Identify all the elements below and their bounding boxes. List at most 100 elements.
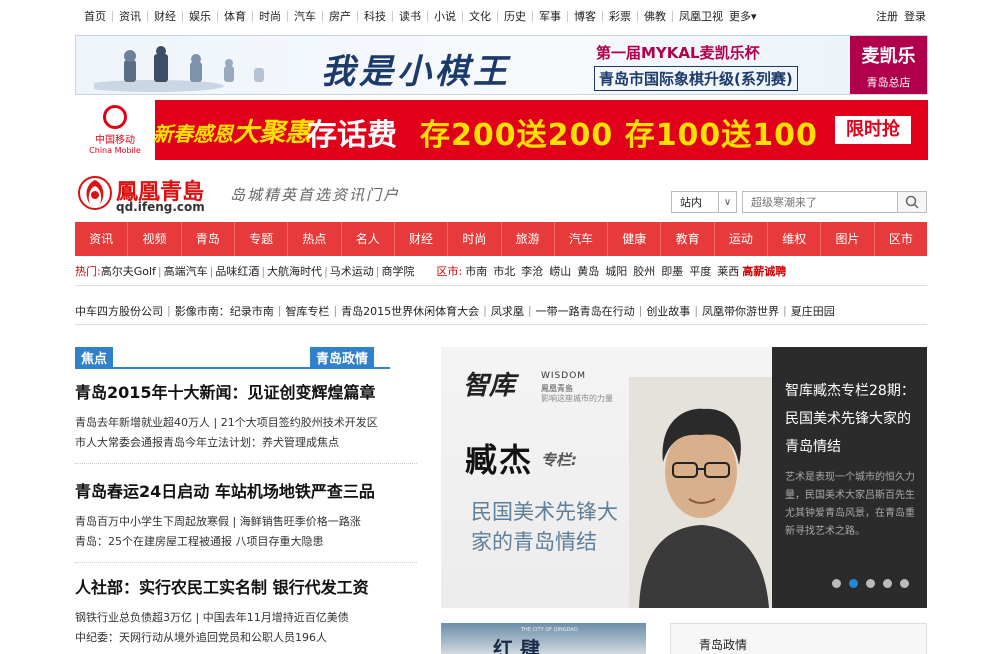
area-link[interactable]: 胶州 bbox=[630, 265, 658, 278]
hot-link[interactable]: 大航海时代 bbox=[267, 265, 322, 278]
slide-image: 智库 WISDOM 鳳凰青島 影响这座城市的力量 臧杰 专栏: 民国美术先锋大家… bbox=[441, 347, 772, 608]
register-link[interactable]: 注册 bbox=[876, 8, 898, 24]
area-link[interactable]: 黄岛 bbox=[574, 265, 602, 278]
hot-link[interactable]: 马术运动 bbox=[330, 265, 374, 278]
top-nav-item[interactable]: 体育 bbox=[217, 10, 252, 22]
slide-dot[interactable] bbox=[883, 579, 892, 588]
search-input[interactable] bbox=[742, 191, 897, 213]
hot-links-row: 热门: 高尔夫Golf | 高端汽车 | 品味红酒 | 大航海时代 | 马术运动 | 商学院 区市:… bbox=[75, 262, 927, 286]
area-link[interactable]: 崂山 bbox=[546, 265, 574, 278]
news-line[interactable]: 市人大常委会通报青岛今年立法计划：养犬管理成焦点 bbox=[75, 433, 417, 453]
hot-link[interactable]: 品味红酒 bbox=[215, 265, 259, 278]
topic-link[interactable]: 中车四方股份公司 bbox=[75, 303, 163, 319]
area-link[interactable]: 平度 bbox=[686, 265, 714, 278]
slide-caption: 智库臧杰专栏28期：民国美术先锋大家的青岛情结 艺术是表现一个城市的恒久力量，民… bbox=[772, 347, 927, 608]
main-nav-item[interactable]: 热点 bbox=[287, 222, 340, 256]
slide-dot[interactable] bbox=[849, 579, 858, 588]
slide-dot[interactable] bbox=[866, 579, 875, 588]
news-line[interactable]: 青岛去年新增就业超40万人 | 21个大项目签约胶州技术开发区 bbox=[75, 413, 417, 433]
promo-save-bill: 存话费 bbox=[307, 118, 397, 153]
promo-title: 新春感恩大聚惠 bbox=[153, 112, 311, 149]
top-nav-item[interactable]: 财经 bbox=[147, 10, 182, 22]
main-nav-item[interactable]: 维权 bbox=[767, 222, 820, 256]
topic-link[interactable]: 影像市南：纪录市南 bbox=[175, 303, 274, 319]
top-nav-item[interactable]: 房产 bbox=[322, 10, 357, 22]
top-nav-item[interactable]: 科技 bbox=[357, 10, 392, 22]
area-link[interactable]: 李沧 bbox=[518, 265, 546, 278]
top-nav-item[interactable]: 时尚 bbox=[252, 10, 287, 22]
area-link[interactable]: 市南 bbox=[462, 265, 490, 278]
main-nav-item[interactable]: 健康 bbox=[607, 222, 660, 256]
top-nav-item[interactable]: 佛教 bbox=[637, 10, 672, 22]
news-line[interactable]: 青岛：25个在建房屋工程被通报 八项目存重大隐患 bbox=[75, 532, 417, 552]
featured-slideshow[interactable]: 智库 WISDOM 鳳凰青島 影响这座城市的力量 臧杰 专栏: 民国美术先锋大家… bbox=[441, 347, 927, 608]
topic-link[interactable]: 夏庄田园 bbox=[791, 303, 835, 319]
main-nav-item[interactable]: 图片 bbox=[820, 222, 873, 256]
top-nav-item[interactable]: 读书 bbox=[392, 10, 427, 22]
topic-link[interactable]: 凤求凰 bbox=[491, 303, 524, 319]
top-nav-item[interactable]: 小说 bbox=[427, 10, 462, 22]
main-nav-item[interactable]: 名人 bbox=[340, 222, 394, 256]
tab-focus[interactable]: 焦点 bbox=[75, 347, 114, 368]
recruit-link[interactable]: 高薪诚聘 bbox=[742, 263, 786, 279]
top-nav-item[interactable]: 彩票 bbox=[602, 10, 637, 22]
area-link[interactable]: 莱西 bbox=[714, 265, 742, 278]
main-nav-item[interactable]: 教育 bbox=[660, 222, 713, 256]
news-line[interactable]: 钢铁行业总负债超3万亿 | 中国去年11月增持近百亿美债 bbox=[75, 608, 417, 628]
chevron-down-icon: ▾ bbox=[751, 10, 757, 23]
logo-en: China Mobile bbox=[89, 146, 141, 155]
wisdom-label: WISDOM bbox=[541, 371, 587, 381]
topic-link[interactable]: 创业故事 bbox=[646, 303, 690, 319]
top-nav-item[interactable]: 历史 bbox=[497, 10, 532, 22]
news-line[interactable]: 中纪委：天网行动从境外追回党员和公职人员196人 bbox=[75, 628, 417, 648]
top-nav-item[interactable]: 文化 bbox=[462, 10, 497, 22]
topic-link[interactable]: 智库专栏 bbox=[285, 303, 329, 319]
chess-ad-banner[interactable]: 我是小棋王 第一届MYKAL麦凯乐杯 青岛市国际象棋升级(系列赛) 麦凯乐 青岛… bbox=[75, 35, 928, 95]
search-button[interactable] bbox=[897, 191, 927, 213]
main-nav-item[interactable]: 专题 bbox=[233, 222, 287, 256]
hot-link[interactable]: 高尔夫Golf bbox=[101, 265, 156, 278]
main-nav-item[interactable]: 资讯 bbox=[75, 222, 127, 256]
gov-affairs-title[interactable]: 青岛政情 bbox=[699, 636, 747, 653]
main-nav-item[interactable]: 区市 bbox=[873, 222, 927, 256]
area-link[interactable]: 市北 bbox=[490, 265, 518, 278]
slide-caption-title[interactable]: 智库臧杰专栏28期：民国美术先锋大家的青岛情结 bbox=[785, 377, 917, 461]
more-menu[interactable]: 更多▾ bbox=[729, 8, 757, 24]
top-nav-item[interactable]: 军事 bbox=[532, 10, 567, 22]
search-scope-select[interactable]: 站内 ∨ bbox=[671, 191, 737, 213]
hot-link[interactable]: 商学院 bbox=[382, 265, 415, 278]
site-logo[interactable]: 鳳凰青島 qd.ifeng.com 岛城精英首选资讯门户 bbox=[78, 174, 438, 214]
top-nav-item[interactable]: 汽车 bbox=[287, 10, 322, 22]
login-link[interactable]: 登录 bbox=[904, 8, 926, 24]
main-nav-item[interactable]: 旅游 bbox=[500, 222, 554, 256]
news-headline[interactable]: 人社部：实行农民工实名制 银行代发工资 bbox=[75, 574, 417, 598]
topic-link[interactable]: 凤凰带你游世界 bbox=[702, 303, 779, 319]
main-nav-item[interactable]: 时尚 bbox=[447, 222, 500, 256]
banner1-line2: 青岛市国际象棋升级(系列赛) bbox=[594, 66, 798, 91]
hot-link[interactable]: 高端汽车 bbox=[164, 265, 208, 278]
area-link[interactable]: 城阳 bbox=[602, 265, 630, 278]
main-nav-item[interactable]: 运动 bbox=[713, 222, 767, 256]
topic-link[interactable]: 一带一路青岛在行动 bbox=[536, 303, 635, 319]
main-nav-item[interactable]: 视频 bbox=[127, 222, 180, 256]
hot-label: 热门: bbox=[75, 264, 101, 278]
news-headline[interactable]: 青岛2015年十大新闻：见证创变辉煌篇章 bbox=[75, 379, 417, 403]
china-mobile-ad-banner[interactable]: 中国移动 China Mobile 新春感恩大聚惠 存话费 存200送200 存… bbox=[75, 100, 928, 160]
top-nav-item[interactable]: 娱乐 bbox=[182, 10, 217, 22]
main-nav-item[interactable]: 汽车 bbox=[553, 222, 607, 256]
top-nav-item[interactable]: 首页 bbox=[76, 11, 112, 22]
logo-cn: 中国移动 bbox=[95, 135, 135, 146]
topic-link[interactable]: 青岛2015世界休闲体育大会 bbox=[341, 303, 479, 319]
tab-gov-affairs[interactable]: 青岛政情 bbox=[310, 347, 375, 368]
main-nav-item[interactable]: 青岛 bbox=[180, 222, 234, 256]
top-nav-item[interactable]: 资讯 bbox=[112, 10, 147, 22]
area-link[interactable]: 即墨 bbox=[658, 265, 686, 278]
main-nav-item[interactable]: 财经 bbox=[393, 222, 447, 256]
slide-dot[interactable] bbox=[832, 579, 841, 588]
news-headline[interactable]: 青岛春运24日启动 车站机场地铁严查三品 bbox=[75, 478, 417, 502]
thumbnail-ad[interactable]: THE CITY OF QINGDAO 红 肆 bbox=[441, 623, 646, 654]
top-nav-item[interactable]: 凤凰卫视 bbox=[672, 10, 729, 22]
news-line[interactable]: 青岛百万中小学生下周起放寒假 | 海鲜销售旺季价格一路涨 bbox=[75, 512, 417, 532]
top-nav-item[interactable]: 博客 bbox=[567, 10, 602, 22]
slide-dot[interactable] bbox=[900, 579, 909, 588]
